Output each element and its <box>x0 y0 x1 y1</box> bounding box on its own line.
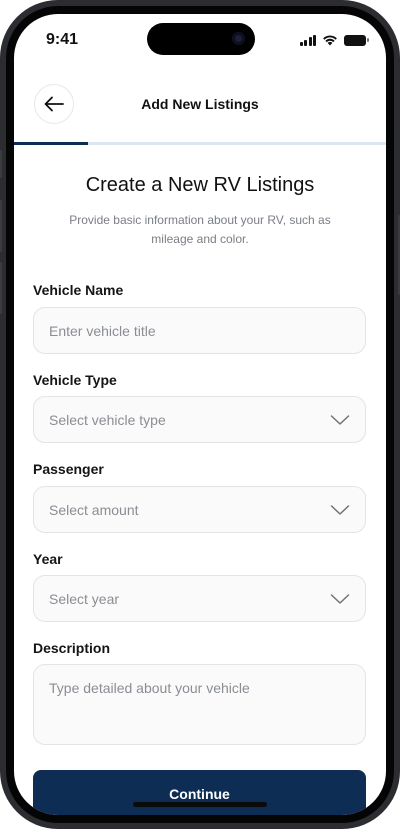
battery-icon <box>344 34 369 46</box>
vehicle-type-select[interactable]: Select vehicle type <box>33 396 366 443</box>
vehicle-name-label: Vehicle Name <box>33 282 124 298</box>
home-indicator <box>133 802 267 807</box>
form-subheading: Provide basic information about your RV,… <box>69 213 331 246</box>
form-heading: Create a New RV Listings <box>85 174 315 196</box>
dynamic-island <box>147 23 255 55</box>
wifi-icon <box>323 35 337 46</box>
signal-icon <box>299 34 316 46</box>
vehicle-type-label: Vehicle Type <box>33 372 117 388</box>
screen: 9:41 Add New Listings Create a New RV Li… <box>14 14 386 815</box>
year-select[interactable]: Select year <box>33 575 366 622</box>
progress-fill <box>14 142 89 145</box>
continue-button[interactable]: Continue <box>33 770 366 815</box>
action-button <box>0 150 2 178</box>
page-title: Add New Listings <box>141 96 259 112</box>
status-time: 9:41 <box>46 31 79 48</box>
vehicle-name-placeholder: Enter vehicle title <box>49 322 156 339</box>
status-bar: 9:41 <box>14 14 386 66</box>
volume-down-button <box>0 262 2 314</box>
description-placeholder: Type detailed about your vehicle <box>49 680 250 696</box>
passenger-select[interactable]: Select amount <box>33 486 366 533</box>
chevron-down-icon <box>330 593 350 604</box>
volume-up-button <box>0 200 2 252</box>
bezel: 9:41 Add New Listings Create a New RV Li… <box>6 6 394 823</box>
continue-label: Continue <box>169 786 230 802</box>
status-icons <box>299 34 369 46</box>
description-label: Description <box>33 640 111 656</box>
passenger-label: Passenger <box>33 461 104 477</box>
vehicle-type-placeholder: Select vehicle type <box>49 411 166 428</box>
chevron-down-icon <box>330 504 350 515</box>
phone-frame: 9:41 Add New Listings Create a New RV Li… <box>0 0 400 829</box>
progress-bar <box>14 142 386 145</box>
description-textarea[interactable]: Type detailed about your vehicle <box>33 664 366 745</box>
year-placeholder: Select year <box>49 590 120 607</box>
vehicle-name-input[interactable]: Enter vehicle title <box>33 307 366 354</box>
camera-icon <box>232 32 245 45</box>
passenger-placeholder: Select amount <box>49 501 139 518</box>
app-header: Add New Listings <box>14 76 386 132</box>
chevron-down-icon <box>330 414 350 425</box>
year-label: Year <box>33 551 63 567</box>
